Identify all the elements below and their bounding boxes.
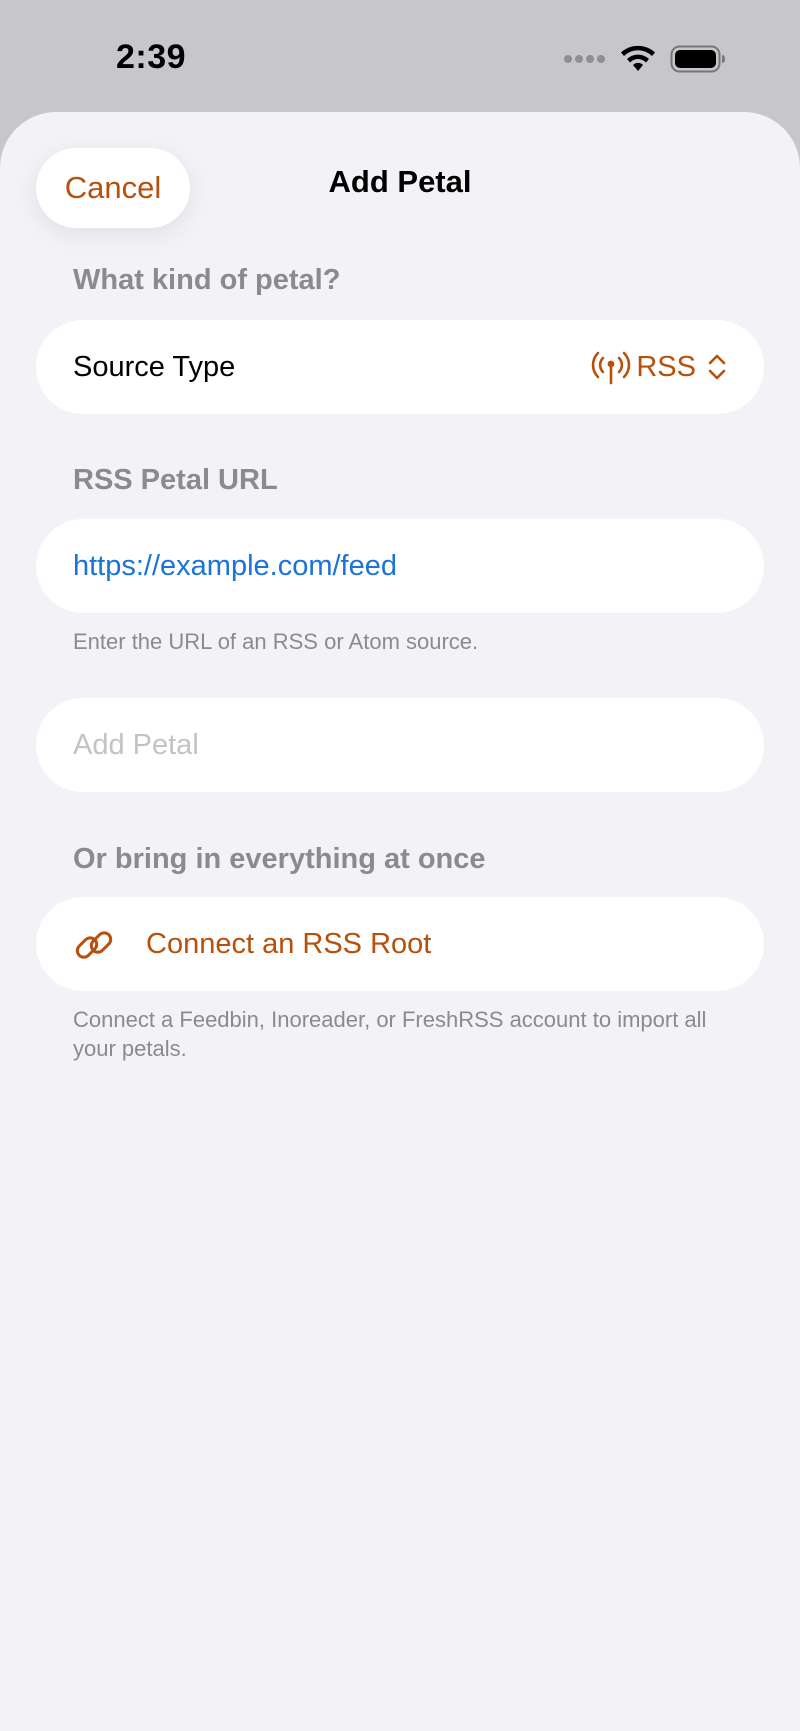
status-bar: 2:39 (0, 0, 800, 112)
battery-icon (670, 45, 725, 73)
source-type-row[interactable]: Source Type RSS (36, 320, 764, 414)
cellular-signal-icon (564, 55, 605, 63)
add-petal-button-label: Add Petal (73, 728, 199, 761)
rss-url-footer: Enter the URL of an RSS or Atom source. (73, 629, 479, 654)
rss-root-footer: Connect a Feedbin, Inoreader, or FreshRS… (73, 1007, 707, 1061)
add-petal-button[interactable]: Add Petal (36, 698, 764, 792)
source-type-label: Source Type (73, 350, 236, 383)
source-type-section-header: What kind of petal? (73, 264, 341, 296)
status-icons (564, 42, 726, 76)
wifi-icon (621, 45, 655, 71)
rss-url-input[interactable] (73, 549, 734, 583)
chevron-up-down-icon (708, 354, 726, 380)
page-title: Add Petal (328, 164, 472, 199)
add-petal-sheet: Cancel Add Petal What kind of petal? Sou… (0, 112, 800, 1731)
link-icon (75, 931, 113, 959)
source-type-value: RSS (636, 350, 696, 383)
source-type-picker[interactable]: RSS (590, 349, 728, 385)
connect-rss-root-button[interactable]: Connect an RSS Root (36, 897, 764, 991)
rss-url-row[interactable] (36, 519, 764, 613)
antenna-radiowaves-icon (592, 351, 631, 385)
rss-url-section-header: RSS Petal URL (73, 464, 278, 496)
connect-rss-root-label: Connect an RSS Root (146, 927, 432, 960)
rss-root-section-header: Or bring in everything at once (73, 843, 486, 875)
status-time: 2:39 (116, 38, 187, 76)
